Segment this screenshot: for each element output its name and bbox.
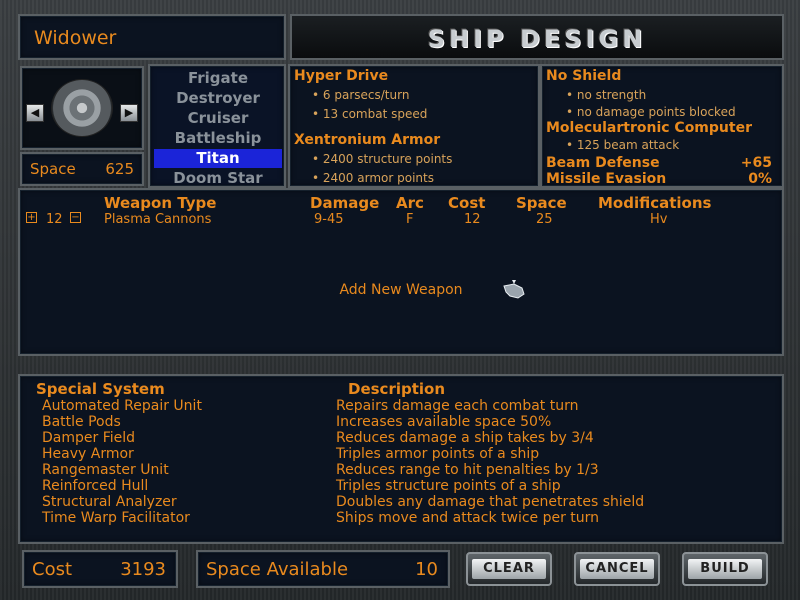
ship-space-box: Space 625 <box>20 152 144 186</box>
drive-detail: 6 parsecs/turn <box>312 88 410 102</box>
special-system-description: Reduces range to hit penalties by 1/3 <box>336 462 599 478</box>
weapon-space: 25 <box>536 212 553 227</box>
weapon-cost: 12 <box>464 212 481 227</box>
weapons-panel: Weapon Type Damage Arc Cost Space Modifi… <box>18 188 784 356</box>
hull-option-destroyer[interactable]: Destroyer <box>154 89 282 108</box>
cost-value: 3193 <box>120 559 166 580</box>
special-system-item[interactable]: Time Warp Facilitator <box>42 510 190 526</box>
special-system-item[interactable]: Reinforced Hull <box>42 478 148 494</box>
title-plate: SHIP DESIGN <box>290 14 784 60</box>
weapon-arc[interactable]: F <box>406 212 413 227</box>
increase-count-icon[interactable]: + <box>26 212 37 223</box>
cancel-button[interactable]: CANCEL <box>574 552 660 586</box>
hull-option-cruiser[interactable]: Cruiser <box>154 109 282 128</box>
missile-evasion-value: 0% <box>748 171 772 187</box>
space-value: 625 <box>105 160 134 178</box>
cancel-button-label: CANCEL <box>580 559 654 579</box>
space-available-value: 10 <box>415 559 438 580</box>
beam-defense-label: Beam Defense <box>546 155 660 171</box>
page-title: SHIP DESIGN <box>427 25 647 53</box>
drive-title[interactable]: Hyper Drive <box>294 68 388 84</box>
space-available-label: Space Available <box>206 559 349 580</box>
special-system-item[interactable]: Automated Repair Unit <box>42 398 202 414</box>
build-button-label: BUILD <box>688 559 762 579</box>
ship-name-field[interactable]: Widower <box>18 14 286 60</box>
hull-option-titan[interactable]: Titan <box>154 149 282 168</box>
special-system-description: Increases available space 50% <box>336 414 552 430</box>
damage-header: Damage <box>310 194 380 212</box>
special-system-item[interactable]: Heavy Armor <box>42 446 134 462</box>
cost-header: Cost <box>448 194 486 212</box>
next-ship-image-button[interactable]: ▶ <box>120 104 138 122</box>
special-system-item[interactable]: Rangemaster Unit <box>42 462 169 478</box>
ship-name-text: Widower <box>34 27 117 49</box>
add-new-weapon-button[interactable]: Add New Weapon <box>20 282 782 298</box>
total-cost-box: Cost 3193 <box>22 550 178 588</box>
special-system-header: Special System <box>36 380 165 398</box>
prev-ship-image-button[interactable]: ◀ <box>26 104 44 122</box>
armor-detail: 2400 structure points <box>312 152 452 166</box>
build-button[interactable]: BUILD <box>682 552 768 586</box>
shield-title[interactable]: No Shield <box>546 68 621 84</box>
space-label: Space <box>30 160 76 178</box>
special-system-item[interactable]: Damper Field <box>42 430 135 446</box>
weapon-type-header: Weapon Type <box>104 194 217 212</box>
space-available-box: Space Available 10 <box>196 550 450 588</box>
space-header: Space <box>516 194 567 212</box>
hull-size-list: Frigate Destroyer Cruiser Battleship Tit… <box>148 64 286 188</box>
decrease-count-icon[interactable]: − <box>70 212 81 223</box>
special-system-description: Repairs damage each combat turn <box>336 398 579 414</box>
ship-image <box>52 80 112 136</box>
weapon-type[interactable]: Plasma Cannons <box>104 212 211 227</box>
armor-detail: 2400 armor points <box>312 171 434 185</box>
ship-preview: ◀ ▶ <box>20 66 144 150</box>
drive-armor-panel: Hyper Drive 6 parsecs/turn 13 combat spe… <box>288 64 540 188</box>
special-system-item[interactable]: Battle Pods <box>42 414 121 430</box>
armor-title[interactable]: Xentronium Armor <box>294 132 440 148</box>
shield-detail: no damage points blocked <box>566 105 736 119</box>
weapon-count: 12 <box>46 212 63 227</box>
gauntlet-cursor-icon <box>503 280 525 299</box>
hull-option-battleship[interactable]: Battleship <box>154 129 282 148</box>
beam-defense-value: +65 <box>740 155 772 171</box>
weapon-modifications[interactable]: Hv <box>650 212 667 227</box>
special-system-description: Doubles any damage that penetrates shiel… <box>336 494 645 510</box>
missile-evasion-label: Missile Evasion <box>546 171 667 187</box>
arc-header: Arc <box>396 194 424 212</box>
special-system-item[interactable]: Structural Analyzer <box>42 494 177 510</box>
cost-label: Cost <box>32 559 73 580</box>
modifications-header: Modifications <box>598 194 712 212</box>
drive-detail: 13 combat speed <box>312 107 427 121</box>
weapon-damage: 9-45 <box>314 212 344 227</box>
computer-detail: 125 beam attack <box>566 138 679 152</box>
hull-option-frigate[interactable]: Frigate <box>154 69 282 88</box>
special-system-description: Ships move and attack twice per turn <box>336 510 600 526</box>
special-systems-panel: Special System Description Automated Rep… <box>18 374 784 544</box>
clear-button-label: CLEAR <box>472 559 546 579</box>
special-system-description: Triples armor points of a ship <box>336 446 540 462</box>
clear-button[interactable]: CLEAR <box>466 552 552 586</box>
shield-computer-panel: No Shield no strength no damage points b… <box>540 64 784 188</box>
special-system-description: Reduces damage a ship takes by 3/4 <box>336 430 594 446</box>
hull-option-doom-star[interactable]: Doom Star <box>154 169 282 188</box>
description-header: Description <box>348 380 446 398</box>
special-system-description: Triples structure points of a ship <box>336 478 561 494</box>
shield-detail: no strength <box>566 88 646 102</box>
computer-title[interactable]: Moleculartronic Computer <box>546 120 752 136</box>
